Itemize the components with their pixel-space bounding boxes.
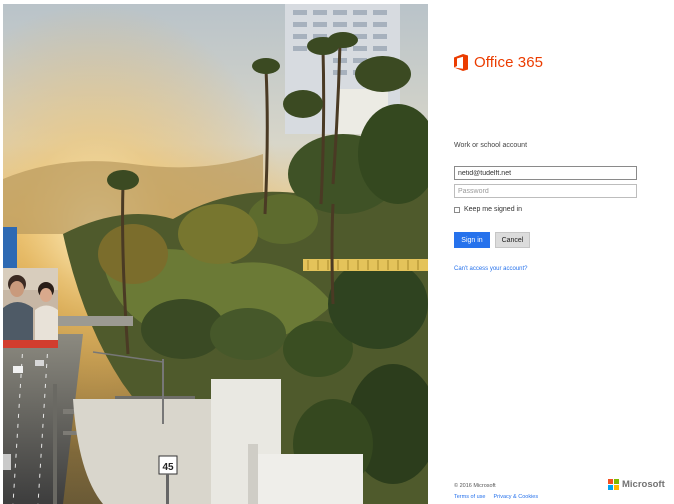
- keep-signed-in[interactable]: Keep me signed in: [454, 206, 522, 213]
- product-name: Office 365: [474, 53, 544, 71]
- keep-signed-in-checkbox[interactable]: [454, 206, 460, 213]
- footer-links: Terms of use Privacy & Cookies: [454, 494, 538, 500]
- privacy-cookies-link[interactable]: Privacy & Cookies: [493, 494, 538, 500]
- microsoft-logo-icon: [608, 479, 619, 490]
- login-panel: Office 365 Work or school account Keep m…: [428, 4, 674, 504]
- account-label: Work or school account: [454, 142, 528, 149]
- office-365-logo: Office 365: [454, 52, 543, 72]
- copyright-text: © 2016 Microsoft: [454, 483, 496, 489]
- terms-of-use-link[interactable]: Terms of use: [454, 494, 485, 500]
- microsoft-logo: Microsoft: [608, 479, 665, 490]
- microsoft-logo-text: Microsoft: [622, 479, 665, 490]
- password-field[interactable]: [454, 184, 637, 198]
- cancel-button[interactable]: Cancel: [495, 232, 530, 248]
- login-page: 45 Office 365 Work or school account net…: [0, 0, 674, 504]
- side-tab[interactable]: [3, 227, 17, 269]
- keep-signed-in-label: Keep me signed in: [464, 206, 522, 213]
- cant-access-account-link[interactable]: Can't access your account?: [454, 266, 528, 272]
- video-thumbnail[interactable]: [3, 268, 58, 348]
- sign-in-button[interactable]: Sign in: [454, 232, 490, 248]
- background-photo: 45: [3, 4, 428, 504]
- road-sign-number: 45: [162, 462, 174, 473]
- username-field[interactable]: [454, 166, 637, 180]
- office-logo-icon: [454, 53, 468, 71]
